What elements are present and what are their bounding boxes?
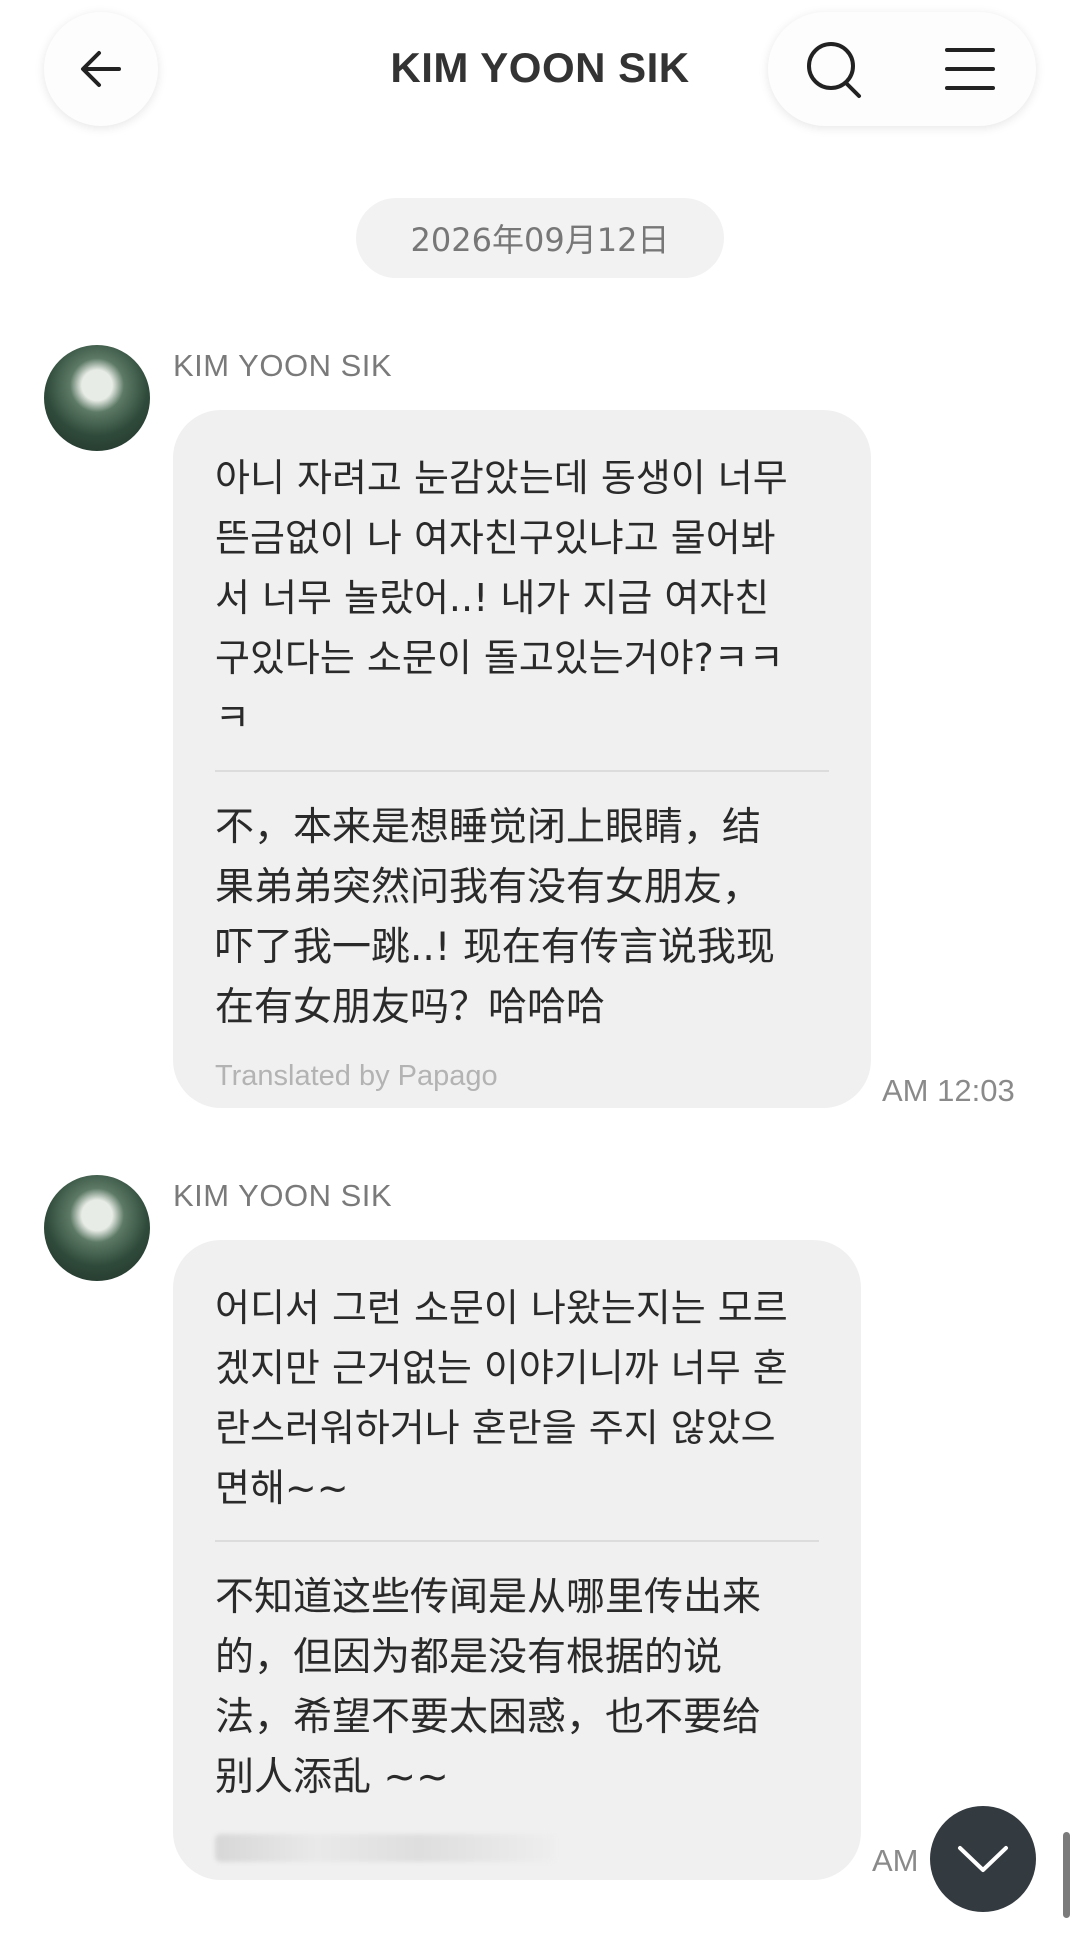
translation-line: 果弟弟突然问我有没有女朋友，	[215, 865, 762, 910]
translation-line: 不知道这些传闻是从哪里传出来	[215, 1575, 762, 1620]
translation-divider	[215, 1540, 819, 1542]
date-separator: 2026年09月12日	[356, 198, 724, 278]
translation-line: 法，希望不要太困惑，也不要给	[215, 1695, 762, 1740]
translation-line: 的，但因为都是没有根据的说	[215, 1635, 723, 1680]
menu-button[interactable]	[930, 29, 1010, 109]
header-actions	[768, 12, 1036, 126]
sender-name: KIM YOON SIK	[173, 348, 393, 383]
search-icon	[807, 42, 861, 98]
translation-line: 不，本来是想睡觉闭上眼睛，结	[215, 805, 762, 850]
message-line: 뜬금없이 나 여자친구있냐고 물어봐	[215, 516, 776, 560]
message-line: 란스러워하거나 혼란을 주지 않았으	[215, 1406, 776, 1450]
message-time: AM	[872, 1843, 919, 1878]
translated-message: 不知道这些传闻是从哪里传出来 的，但因为都是没有根据的说 法，希望不要太困惑，也…	[215, 1568, 819, 1808]
message-bubble[interactable]: 어디서 그런 소문이 나왔는지는 모르 겠지만 근거없는 이야기니까 너무 혼 …	[173, 1240, 861, 1880]
message-line: 서 너무 놀랐어..! 내가 지금 여자친	[215, 576, 770, 620]
translation-line: 吓了我一跳..! 现在有传言说我现	[215, 925, 775, 970]
original-message: 아니 자려고 눈감았는데 동생이 너무 뜬금없이 나 여자친구있냐고 물어봐 서…	[215, 448, 829, 748]
search-button[interactable]	[794, 29, 874, 109]
message-line: 어디서 그런 소문이 나왔는지는 모르	[215, 1286, 788, 1330]
scrollbar[interactable]	[1063, 1832, 1070, 1918]
original-message: 어디서 그런 소문이 나왔는지는 모르 겠지만 근거없는 이야기니까 너무 혼 …	[215, 1278, 819, 1518]
translation-line: 在有女朋友吗？哈哈哈	[215, 985, 606, 1030]
avatar[interactable]	[44, 1175, 150, 1281]
hamburger-menu-icon	[945, 48, 995, 90]
message-line: 아니 자려고 눈감았는데 동생이 너무	[215, 456, 788, 500]
translated-message: 不，本来是想睡觉闭上眼睛，结 果弟弟突然问我有没有女朋友， 吓了我一跳..! 现…	[215, 798, 829, 1038]
chat-header: KIM YOON SIK	[0, 0, 1080, 150]
translation-line: 别人添乱 ~~	[215, 1755, 449, 1800]
message-bubble[interactable]: 아니 자려고 눈감았는데 동생이 너무 뜬금없이 나 여자친구있냐고 물어봐 서…	[173, 410, 871, 1108]
message-line: 면해~~	[215, 1466, 349, 1510]
message-time: AM 12:03	[882, 1073, 1015, 1108]
translation-credit-blurred	[215, 1834, 555, 1862]
chevron-down-icon	[958, 1846, 1008, 1872]
message-line: 겠지만 근거없는 이야기니까 너무 혼	[215, 1346, 788, 1390]
avatar[interactable]	[44, 345, 150, 451]
message-line: ㅋ	[215, 696, 250, 740]
scroll-to-bottom-button[interactable]	[930, 1806, 1036, 1912]
translation-credit: Translated by Papago	[215, 1060, 498, 1092]
translation-divider	[215, 770, 829, 772]
sender-name: KIM YOON SIK	[173, 1178, 393, 1213]
message-line: 구있다는 소문이 돌고있는거야?ㅋㅋ	[215, 636, 784, 680]
